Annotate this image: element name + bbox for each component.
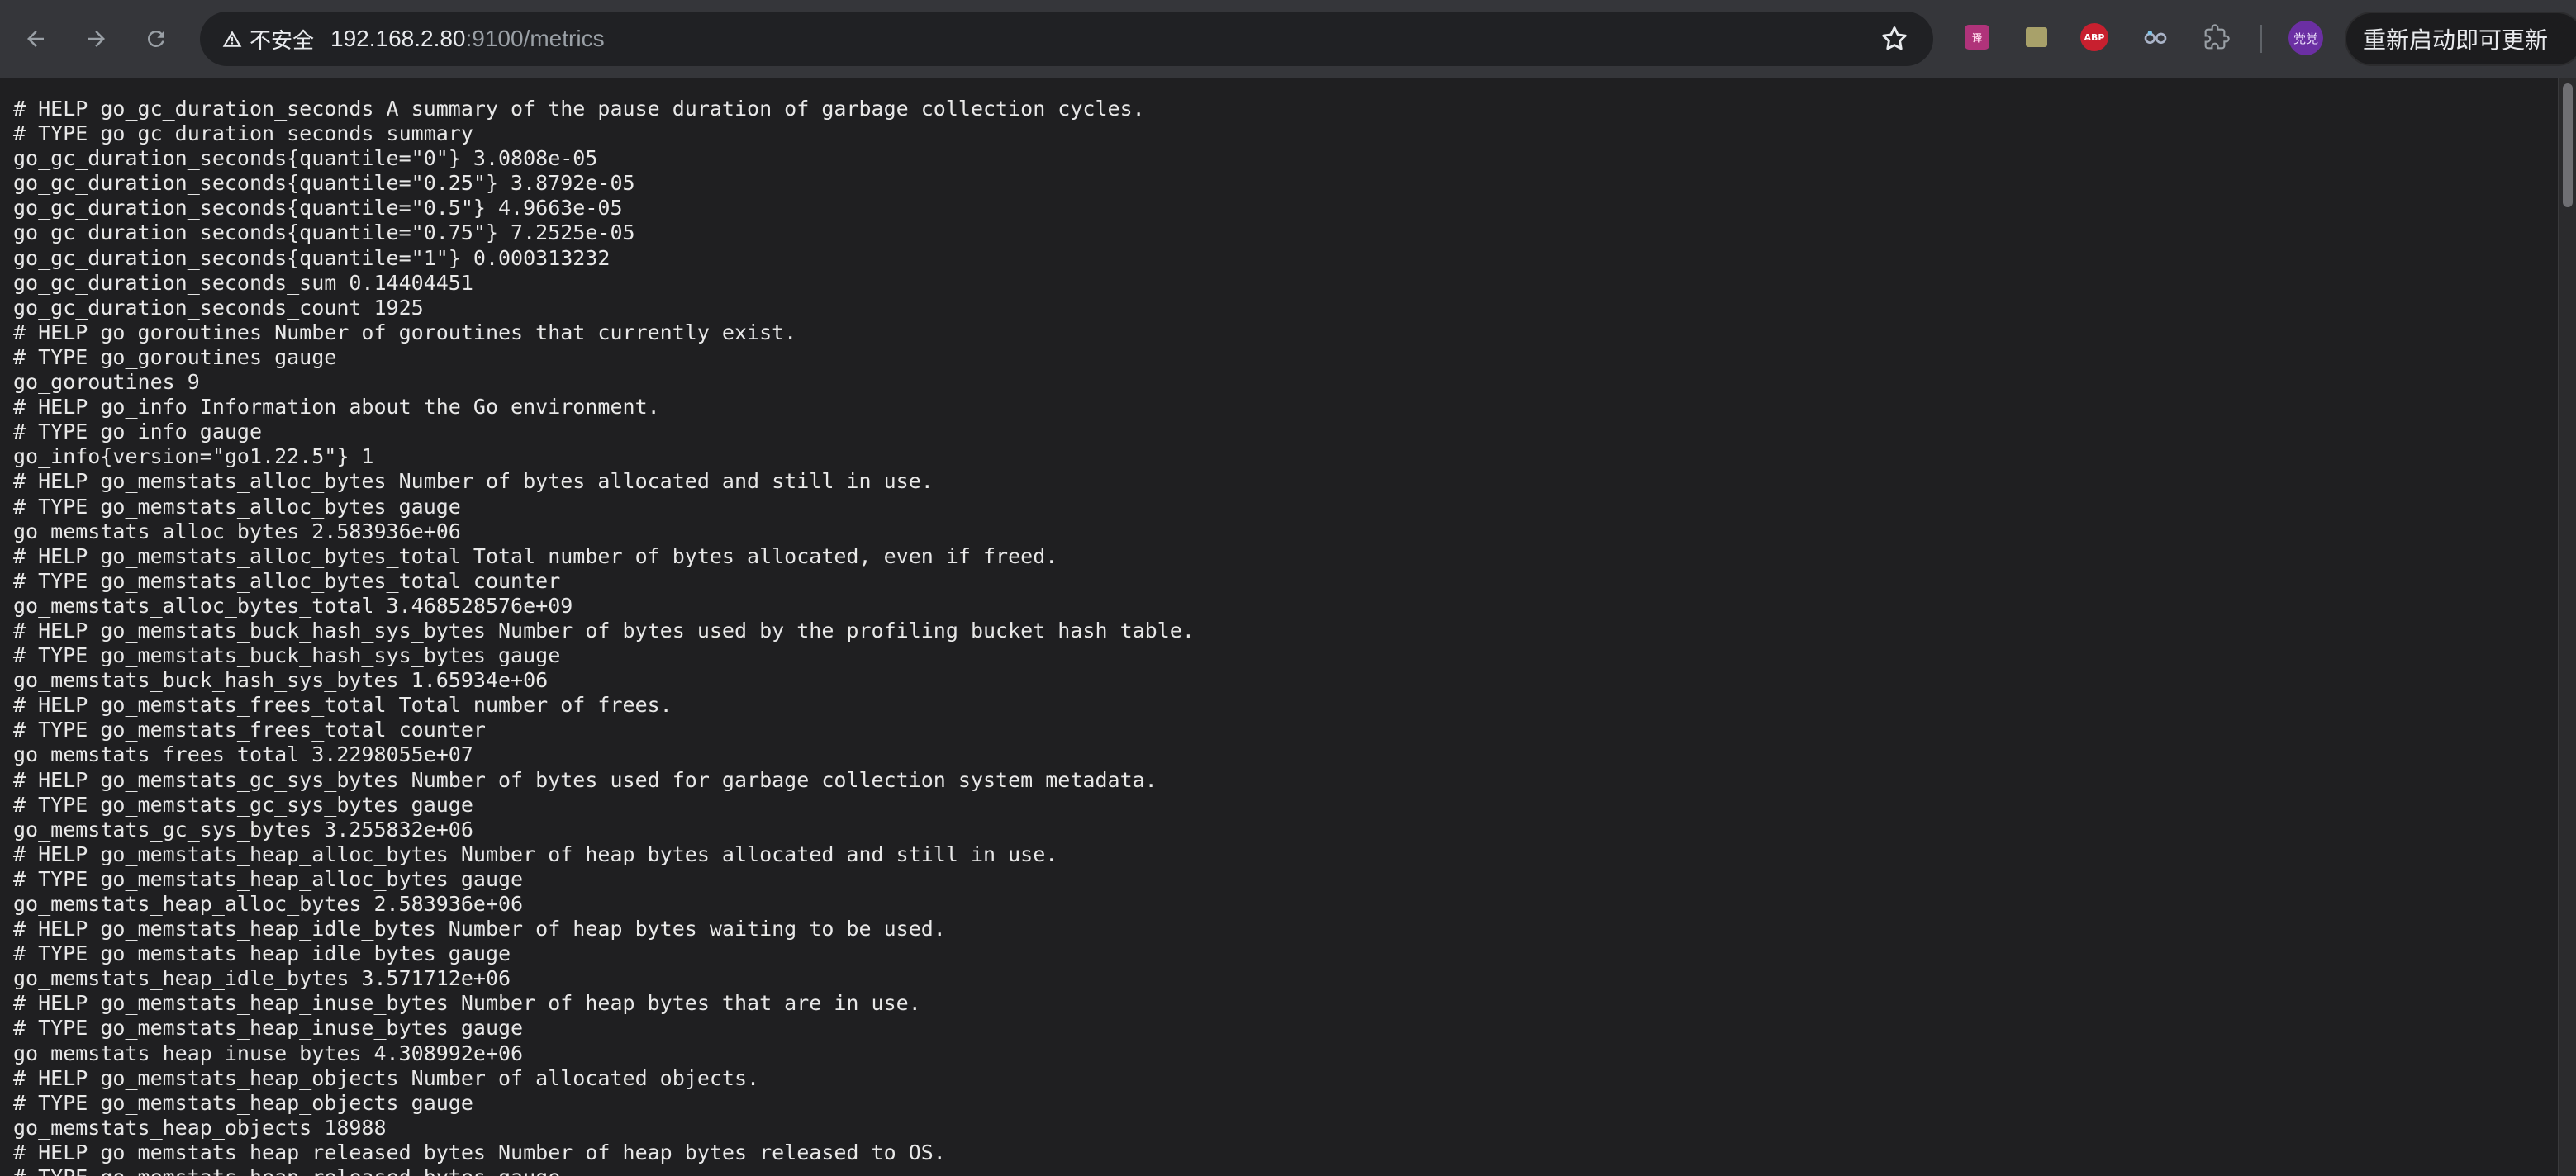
metric-line: # TYPE go_memstats_heap_objects gauge [13, 1090, 473, 1115]
vertical-scrollbar[interactable] [2558, 78, 2576, 1176]
metric-line: # HELP go_memstats_alloc_bytes Number of… [13, 469, 934, 494]
metric-line: go_gc_duration_seconds{quantile="0"} 3.0… [13, 146, 598, 171]
metric-line: # TYPE go_memstats_alloc_bytes gauge [13, 494, 461, 519]
warning-icon [222, 31, 242, 47]
metric-line: # HELP go_gc_duration_seconds A summary … [13, 97, 1145, 121]
metric-line: # TYPE go_memstats_frees_total counter [13, 718, 486, 742]
metric-line: # TYPE go_memstats_heap_released_bytes g… [13, 1165, 560, 1176]
url-path: :9100/metrics [465, 26, 605, 51]
metric-line: # TYPE go_memstats_heap_idle_bytes gauge [13, 941, 511, 966]
metric-line: go_memstats_heap_idle_bytes 3.571712e+06 [13, 966, 511, 991]
notes-extension-icon[interactable] [2021, 21, 2052, 53]
translate-extension-icon[interactable]: 译 [1961, 21, 1993, 53]
address-bar[interactable]: 不安全 192.168.2.80:9100/metrics [200, 12, 1933, 66]
relaunch-update-button[interactable]: 重新启动即可更新 [2345, 12, 2576, 66]
url-text[interactable]: 192.168.2.80:9100/metrics [330, 25, 605, 53]
metric-line: go_gc_duration_seconds{quantile="0.5"} 4… [13, 196, 623, 220]
page-content: # HELP go_gc_duration_seconds A summary … [0, 78, 2558, 1176]
metric-line: go_gc_duration_seconds{quantile="0.25"} … [13, 171, 635, 196]
metric-line: go_memstats_heap_objects 18988 [13, 1115, 387, 1140]
metric-line: # HELP go_info Information about the Go … [13, 395, 660, 420]
metric-line: go_memstats_alloc_bytes 2.583936e+06 [13, 519, 461, 543]
metrics-text: # HELP go_gc_duration_seconds A summary … [0, 78, 2558, 1176]
security-label: 不安全 [250, 27, 315, 53]
metric-line: go_memstats_frees_total 3.2298055e+07 [13, 742, 473, 767]
avatar[interactable]: 党党 [2288, 21, 2323, 55]
metric-line: # HELP go_memstats_heap_idle_bytes Numbe… [13, 917, 946, 941]
metric-line: go_gc_duration_seconds_count 1925 [13, 295, 424, 320]
metric-line: # HELP go_memstats_heap_alloc_bytes Numb… [13, 842, 1058, 866]
metric-line: # TYPE go_memstats_gc_sys_bytes gauge [13, 792, 473, 817]
metric-line: go_gc_duration_seconds{quantile="1"} 0.0… [13, 245, 611, 270]
glasses-icon [2144, 31, 2167, 44]
metric-line: # HELP go_memstats_gc_sys_bytes Number o… [13, 767, 1157, 792]
puzzle-icon [2204, 24, 2230, 50]
metric-line: # TYPE go_info gauge [13, 420, 263, 444]
metric-line: # TYPE go_memstats_buck_hash_sys_bytes g… [13, 643, 561, 668]
metric-line: go_goroutines 9 [13, 370, 200, 395]
metric-line: go_gc_duration_seconds_sum 0.14404451 [13, 270, 473, 295]
reload-button[interactable] [135, 18, 177, 59]
avatar-label: 党党 [2293, 31, 2318, 46]
browser-toolbar: 不安全 192.168.2.80:9100/metrics 译 ABP 党党 重… [0, 0, 2576, 78]
metric-line: # HELP go_memstats_alloc_bytes_total Tot… [13, 543, 1058, 568]
extensions-button[interactable] [2201, 21, 2232, 53]
security-chip[interactable]: 不安全 [210, 18, 322, 59]
metric-line: # HELP go_goroutines Number of goroutine… [13, 320, 797, 344]
metric-line: # HELP go_memstats_frees_total Total num… [13, 693, 673, 718]
url-host: 192.168.2.80 [330, 26, 466, 51]
scrollbar-thumb[interactable] [2563, 83, 2573, 207]
metric-line: go_memstats_gc_sys_bytes 3.255832e+06 [13, 817, 473, 842]
relaunch-update-label: 重新启动即可更新 [2363, 27, 2549, 53]
metric-line: go_memstats_alloc_bytes_total 3.46852857… [13, 593, 573, 618]
metric-line: go_gc_duration_seconds{quantile="0.75"} … [13, 220, 635, 245]
metric-line: go_memstats_buck_hash_sys_bytes 1.65934e… [13, 668, 549, 693]
back-button[interactable] [15, 18, 56, 59]
toolbar-divider [2260, 25, 2262, 53]
star-icon[interactable] [1879, 23, 1910, 55]
reload-icon [147, 30, 164, 47]
metric-line: # TYPE go_memstats_alloc_bytes_total cou… [13, 568, 561, 593]
metric-line: # TYPE go_memstats_heap_inuse_bytes gaug… [13, 1016, 524, 1041]
forward-icon [88, 31, 105, 47]
reader-extension-icon[interactable] [2140, 21, 2171, 53]
metric-line: # HELP go_memstats_heap_inuse_bytes Numb… [13, 991, 921, 1016]
metric-line: # TYPE go_goroutines gauge [13, 344, 337, 369]
metric-line: go_memstats_heap_alloc_bytes 2.583936e+0… [13, 892, 524, 916]
metric-line: # TYPE go_gc_duration_seconds summary [13, 121, 473, 146]
forward-button[interactable] [76, 18, 117, 59]
back-icon [27, 31, 44, 47]
metric-line: # TYPE go_memstats_heap_alloc_bytes gaug… [13, 866, 524, 891]
metric-line: go_info{version="go1.22.5"} 1 [13, 444, 374, 469]
metric-line: # HELP go_memstats_buck_hash_sys_bytes N… [13, 618, 1195, 643]
metric-line: # HELP go_memstats_heap_objects Number o… [13, 1065, 760, 1090]
metric-line: # HELP go_memstats_heap_released_bytes N… [13, 1140, 946, 1164]
metric-line: go_memstats_heap_inuse_bytes 4.308992e+0… [13, 1041, 524, 1065]
adblock-extension-icon[interactable]: ABP [2079, 21, 2110, 53]
